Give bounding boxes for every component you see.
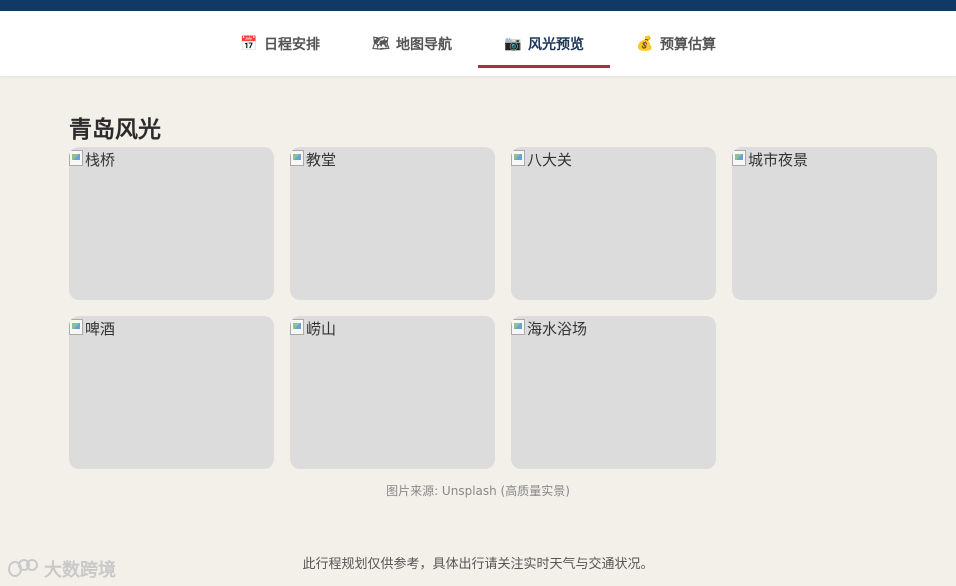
- image-source-caption: 图片来源: Unsplash (高质量实景): [386, 484, 570, 498]
- footer-disclaimer: 此行程规划仅供参考，具体出行请关注实时天气与交通状况。: [302, 557, 654, 572]
- calendar-icon: 📅: [240, 35, 258, 52]
- photo-card[interactable]: 八大关: [511, 147, 716, 300]
- photo-alt-text: 教堂: [306, 151, 337, 169]
- broken-image-icon: [732, 150, 746, 166]
- photo-card[interactable]: 崂山: [290, 316, 495, 469]
- photo-alt-text: 啤酒: [85, 320, 116, 338]
- tab-map[interactable]: 🗺 地图导航: [346, 11, 478, 76]
- photo-card[interactable]: 城市夜景: [732, 147, 937, 300]
- tab-label: 预算估算: [660, 36, 716, 53]
- photo-alt-text: 崂山: [306, 320, 337, 338]
- tab-budget[interactable]: 💰 预算估算: [610, 11, 742, 76]
- broken-image-icon: [69, 150, 83, 166]
- tab-navigation: 📅 日程安排 🗺 地图导航 📷 风光预览 💰 预算估算: [0, 11, 956, 76]
- watermark-text: 大数跨境: [44, 560, 116, 581]
- photo-alt-text: 八大关: [527, 151, 573, 169]
- tab-label: 风光预览: [528, 36, 584, 53]
- broken-image-icon: [511, 150, 525, 166]
- photo-alt-text: 海水浴场: [527, 320, 588, 338]
- top-color-bar: [0, 0, 956, 11]
- photo-card[interactable]: 海水浴场: [511, 316, 716, 469]
- photo-alt-text: 栈桥: [85, 151, 116, 169]
- camera-icon: 📷: [504, 35, 522, 52]
- tab-label: 地图导航: [396, 36, 452, 53]
- tab-label: 日程安排: [264, 36, 320, 53]
- watermark-logo-icon: [8, 559, 40, 579]
- tab-scenery[interactable]: 📷 风光预览: [478, 11, 610, 76]
- section-title: 青岛风光: [69, 117, 161, 143]
- photo-alt-text: 城市夜景: [748, 151, 809, 169]
- photo-grid: 栈桥 教堂 八大关 城市夜景 啤酒 崂山 海水浴场: [69, 147, 956, 469]
- broken-image-icon: [69, 319, 83, 335]
- map-icon: 🗺: [372, 35, 390, 52]
- photo-card[interactable]: 栈桥: [69, 147, 274, 300]
- broken-image-icon: [511, 319, 525, 335]
- broken-image-icon: [290, 150, 304, 166]
- money-bag-icon: 💰: [636, 35, 654, 52]
- photo-card[interactable]: 教堂: [290, 147, 495, 300]
- scenery-section: 青岛风光 栈桥 教堂 八大关 城市夜景 啤酒 崂山 海水浴场 图片来源: Uns…: [0, 114, 956, 499]
- photo-card[interactable]: 啤酒: [69, 316, 274, 469]
- tab-schedule[interactable]: 📅 日程安排: [214, 11, 346, 76]
- broken-image-icon: [290, 319, 304, 335]
- watermark: 大数跨境: [8, 556, 116, 582]
